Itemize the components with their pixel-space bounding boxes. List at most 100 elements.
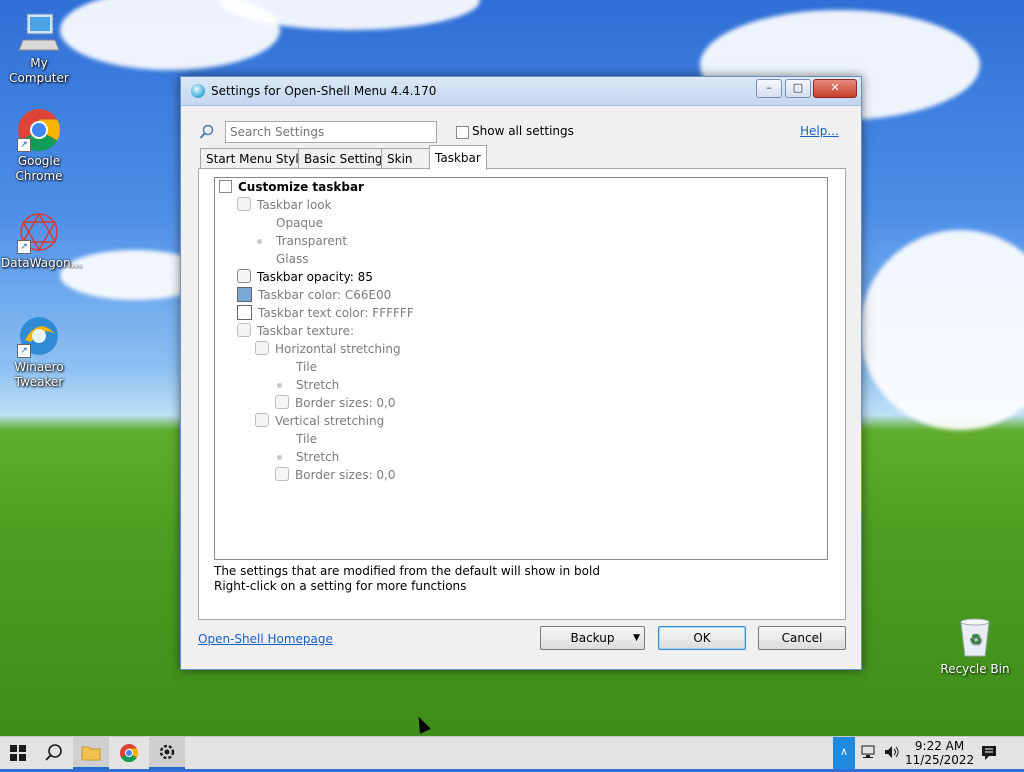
radio-dot-icon: [277, 383, 282, 388]
close-button[interactable]: ✕: [813, 79, 857, 98]
title-bar[interactable]: Settings for Open-Shell Menu 4.4.170 – □…: [181, 77, 861, 106]
cancel-button[interactable]: Cancel: [758, 626, 846, 650]
tab-taskbar[interactable]: Taskbar: [429, 145, 487, 170]
folder-icon: [81, 746, 101, 761]
search-input[interactable]: [225, 121, 437, 143]
show-all-checkbox[interactable]: [456, 126, 469, 139]
svg-text:♻: ♻: [969, 632, 982, 648]
gear-icon: [237, 323, 251, 337]
tree-item[interactable]: Glass: [253, 250, 309, 268]
desktop-icon-label: My Computer: [9, 56, 69, 85]
gear-icon: [237, 197, 251, 211]
tree-item[interactable]: Tile: [273, 430, 317, 448]
tab-start-menu-style[interactable]: Start Menu Style: [200, 148, 313, 169]
gear-icon: [237, 269, 251, 283]
tree-item[interactable]: Taskbar opacity: 85: [237, 268, 373, 286]
recycle-bin-icon: ♻: [955, 614, 995, 658]
tree-item[interactable]: Stretch: [273, 376, 339, 394]
help-link[interactable]: Help...: [800, 124, 839, 138]
gear-icon: [255, 413, 269, 427]
info-right-click: Right-click on a setting for more functi…: [214, 579, 467, 593]
tree-item-label: Opaque: [276, 216, 324, 230]
clock-date: 11/25/2022: [905, 753, 975, 767]
tree-item[interactable]: Border sizes: 0,0: [275, 394, 396, 412]
tree-item-customize-taskbar[interactable]: Customize taskbar: [219, 178, 364, 196]
start-button[interactable]: [0, 737, 36, 769]
tree-item[interactable]: Tile: [273, 358, 317, 376]
tree-item-label: Customize taskbar: [238, 180, 364, 194]
dropdown-arrow-icon: ▼: [633, 633, 640, 643]
cloud: [860, 230, 1024, 430]
action-center-icon[interactable]: [980, 745, 998, 761]
maximize-button[interactable]: □: [785, 79, 811, 98]
search-icon: [45, 744, 62, 761]
tab-skin[interactable]: Skin: [381, 148, 431, 169]
desktop-icon-my-computer[interactable]: My Computer: [1, 10, 77, 86]
windows-logo-icon: [10, 745, 26, 761]
radio-icon: [277, 365, 282, 370]
tree-item-label: Transparent: [276, 234, 348, 248]
shortcut-arrow-icon: ↗: [17, 240, 31, 254]
desktop-icon-label: Winaero Tweaker: [14, 360, 64, 389]
tree-item[interactable]: Transparent: [253, 232, 347, 250]
tree-item-label: Border sizes: 0,0: [295, 396, 396, 410]
ok-button[interactable]: OK: [658, 626, 746, 650]
chevron-up-icon: ∧: [839, 745, 849, 758]
chrome-icon: ↗: [17, 108, 61, 152]
radio-dot-icon: [277, 455, 282, 460]
volume-icon[interactable]: [884, 745, 900, 759]
tree-item[interactable]: Stretch: [273, 448, 339, 466]
desktop-icon-google-chrome[interactable]: ↗ Google Chrome: [1, 108, 77, 184]
show-all-label: Show all settings: [472, 124, 574, 138]
settings-taskbar-button[interactable]: [149, 737, 185, 769]
tree-item-label: Stretch: [296, 450, 340, 464]
gear-icon: [275, 467, 289, 481]
chrome-taskbar-button[interactable]: [111, 737, 147, 769]
tree-item-label: Taskbar text color: FFFFFF: [258, 306, 414, 320]
show-hidden-icons-button[interactable]: ∧: [833, 737, 855, 769]
open-shell-homepage-link[interactable]: Open-Shell Homepage: [198, 632, 333, 646]
tree-item[interactable]: Taskbar text color: FFFFFF: [237, 304, 414, 322]
minimize-button[interactable]: –: [756, 79, 782, 98]
tree-item[interactable]: Border sizes: 0,0: [275, 466, 396, 484]
tree-item-label: Taskbar look: [257, 198, 332, 212]
tree-item[interactable]: Vertical stretching: [255, 412, 384, 430]
tree-item-label: Taskbar color: C66E00: [258, 288, 392, 302]
tree-item-label: Border sizes: 0,0: [295, 468, 396, 482]
tree-item-label: Glass: [276, 252, 309, 266]
radio-dot-icon: [257, 239, 262, 244]
shortcut-arrow-icon: ↗: [17, 138, 31, 152]
window-title: Settings for Open-Shell Menu 4.4.170: [211, 84, 437, 98]
desktop-icon-label: DataWagon...: [1, 256, 83, 270]
chrome-icon: [120, 744, 139, 763]
tree-item-label: Stretch: [296, 378, 340, 392]
open-shell-icon: [191, 84, 205, 98]
search-button[interactable]: [36, 737, 72, 769]
gear-icon: [255, 341, 269, 355]
checkbox[interactable]: [219, 180, 232, 193]
radio-icon: [257, 221, 262, 226]
tree-item[interactable]: Taskbar color: C66E00: [237, 286, 391, 304]
desktop-icon-recycle-bin[interactable]: ♻ Recycle Bin: [938, 614, 1012, 676]
taskbar-tab-panel: Customize taskbar Taskbar look Opaque Tr…: [198, 168, 846, 620]
tree-item[interactable]: Opaque: [253, 214, 323, 232]
mouse-cursor-icon: [413, 714, 431, 734]
tree-item-label: Horizontal stretching: [275, 342, 401, 356]
file-explorer-button[interactable]: [73, 737, 109, 769]
tree-item[interactable]: Taskbar texture:: [237, 322, 354, 340]
tree-item-label: Taskbar opacity: 85: [257, 270, 373, 284]
backup-button[interactable]: Backup ▼: [540, 626, 645, 650]
tree-item-label: Taskbar texture:: [257, 324, 355, 338]
radio-icon: [277, 437, 282, 442]
desktop-icon-label: Recycle Bin: [940, 662, 1010, 676]
desktop-icon-winaero-tweaker[interactable]: ↗ Winaero Tweaker: [1, 314, 77, 390]
winaero-tweaker-icon: ↗: [17, 314, 61, 358]
taskbar-clock[interactable]: 9:22 AM 11/25/2022: [905, 739, 974, 767]
tree-item[interactable]: Horizontal stretching: [255, 340, 401, 358]
settings-window: Settings for Open-Shell Menu 4.4.170 – □…: [180, 76, 862, 670]
network-icon[interactable]: [860, 745, 876, 759]
gear-icon: [275, 395, 289, 409]
desktop-icon-datawagon[interactable]: ↗ DataWagon...: [1, 210, 83, 271]
tree-item[interactable]: Taskbar look: [237, 196, 332, 214]
tree-item-label: Tile: [296, 432, 318, 446]
